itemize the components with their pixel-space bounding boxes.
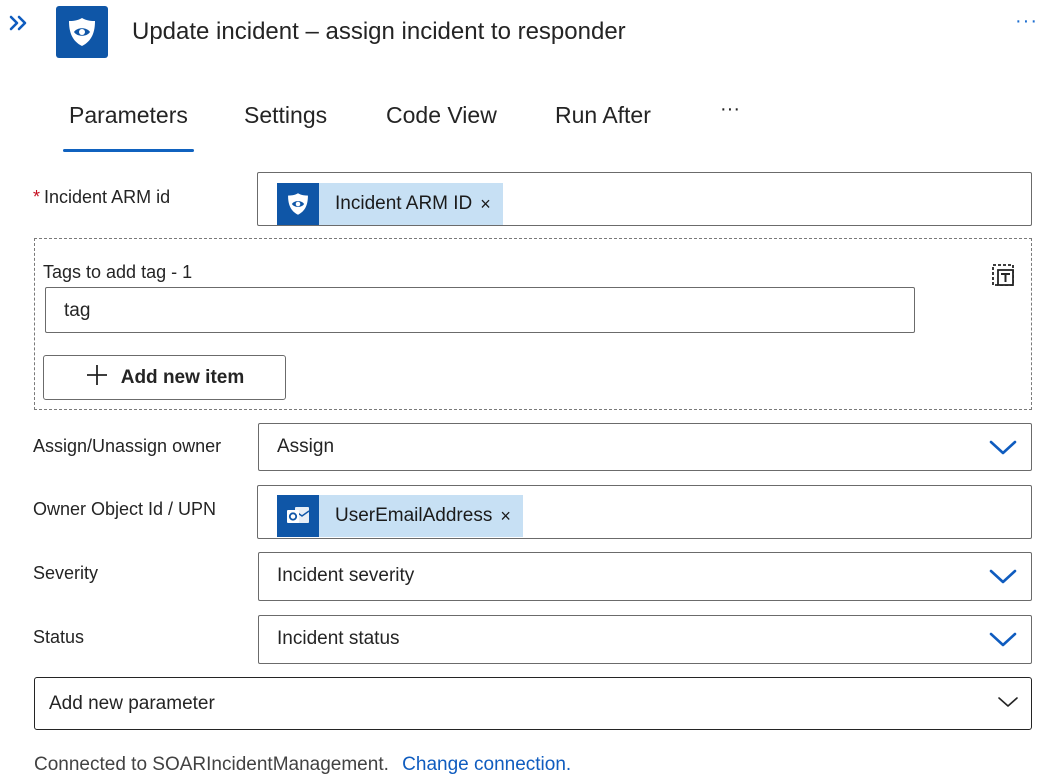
incident-arm-id-label: * Incident ARM id [33, 187, 171, 207]
connected-text: Connected to SOARIncidentManagement. [34, 754, 389, 775]
add-new-item-button[interactable]: Add new item [43, 355, 286, 400]
status-value: Incident status [277, 628, 400, 649]
tag-input-value: tag [64, 300, 91, 321]
connection-info: Connected to SOARIncidentManagement. Cha… [34, 754, 571, 776]
text-mode-icon[interactable] [990, 262, 1016, 288]
owner-id-field[interactable]: UserEmailAddress × [257, 485, 1032, 539]
outlook-icon [277, 495, 319, 537]
tab-run-after[interactable]: Run After [555, 102, 651, 129]
owner-id-token: UserEmailAddress × [277, 495, 523, 537]
assign-owner-select[interactable]: Assign [258, 423, 1032, 471]
tabs-more-icon[interactable]: ··· [720, 98, 740, 121]
assign-owner-value: Assign [277, 436, 335, 457]
expand-icon[interactable] [8, 12, 30, 34]
sentinel-shield-icon [277, 183, 319, 225]
tag-input[interactable]: tag [45, 287, 915, 333]
severity-label: Severity [33, 563, 99, 583]
plus-icon [85, 363, 109, 392]
owner-id-label: Owner Object Id / UPN [33, 499, 217, 519]
remove-token-icon[interactable]: × [492, 506, 523, 527]
severity-select[interactable]: Incident severity [258, 552, 1032, 601]
more-options-icon[interactable]: ··· [1015, 10, 1038, 33]
chevron-down-icon [989, 436, 1017, 463]
sentinel-shield-icon [56, 6, 108, 58]
chevron-down-icon [989, 628, 1017, 655]
selected-tab-indicator [63, 149, 194, 152]
tab-settings[interactable]: Settings [244, 102, 327, 129]
add-new-parameter-select[interactable]: Add new parameter [34, 677, 1032, 730]
token-label: UserEmailAddress [335, 505, 493, 526]
action-title: Update incident – assign incident to res… [132, 18, 626, 45]
assign-owner-label: Assign/Unassign owner [33, 436, 222, 456]
change-connection-link[interactable]: Change connection. [402, 754, 571, 775]
incident-arm-id-field[interactable]: Incident ARM ID × [257, 172, 1032, 226]
tab-code-view[interactable]: Code View [386, 102, 497, 129]
add-new-parameter-label: Add new parameter [49, 693, 215, 714]
severity-value: Incident severity [277, 565, 415, 586]
remove-token-icon[interactable]: × [472, 194, 503, 215]
chevron-down-icon [997, 694, 1019, 715]
token-label: Incident ARM ID [335, 193, 473, 214]
required-marker: * [33, 187, 41, 207]
tab-parameters[interactable]: Parameters [69, 102, 188, 129]
incident-arm-id-token: Incident ARM ID × [277, 183, 503, 225]
tags-label: Tags to add tag - 1 [43, 262, 193, 282]
status-label: Status [33, 627, 85, 647]
chevron-down-icon [989, 565, 1017, 592]
status-select[interactable]: Incident status [258, 615, 1032, 664]
add-new-item-label: Add new item [120, 366, 245, 388]
